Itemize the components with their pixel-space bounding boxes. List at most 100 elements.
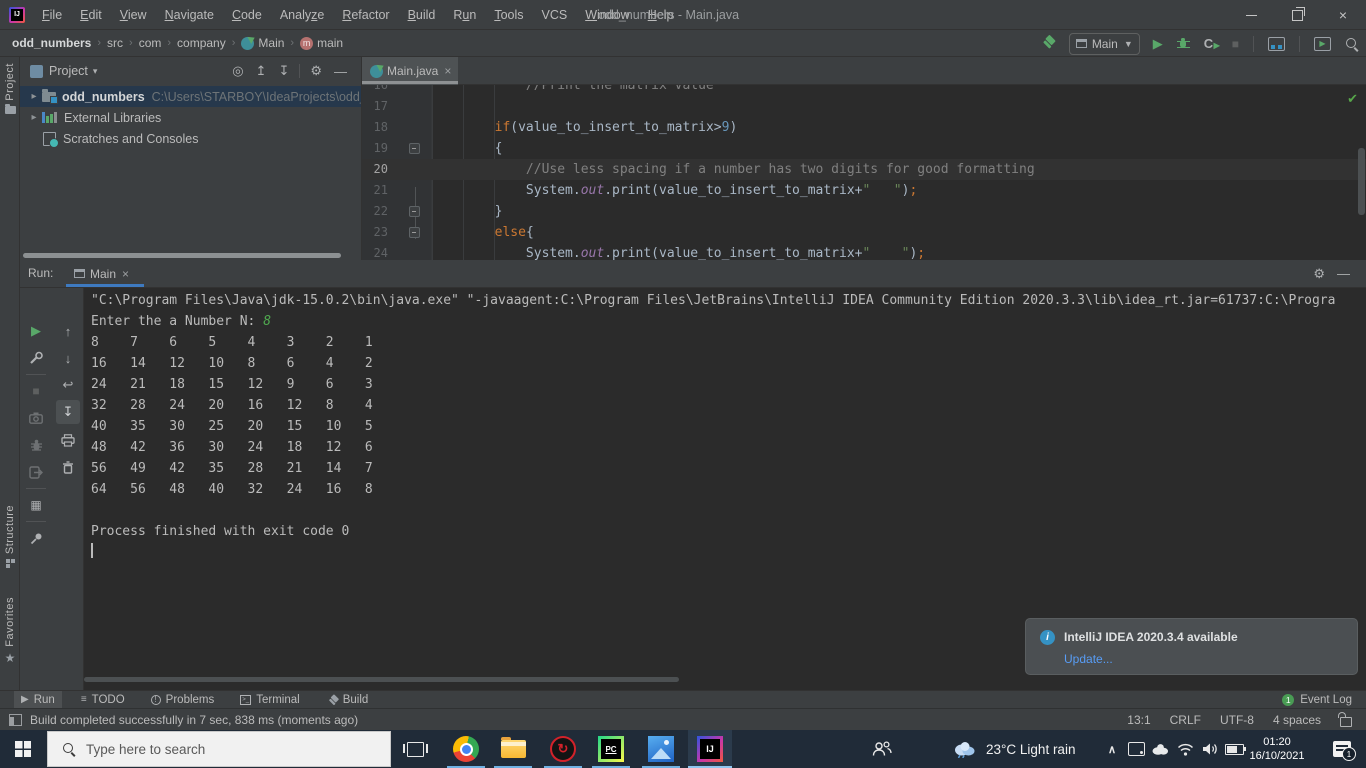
chevron-right-icon[interactable]: ▸ <box>28 112 40 123</box>
search-everywhere-button[interactable] <box>1345 37 1359 51</box>
task-view-button[interactable] <box>401 730 429 768</box>
collapse-all-button[interactable]: ↧ <box>278 63 289 79</box>
breadcrumb-com[interactable]: com <box>139 36 162 50</box>
stripe-tab-project[interactable]: Project <box>0 63 20 114</box>
run-tab-main[interactable]: Main × <box>66 260 137 287</box>
toolwindow-build[interactable]: Build <box>319 691 376 709</box>
soft-wrap-button[interactable]: ↩ <box>52 374 84 396</box>
coverage-button[interactable]: C <box>1204 37 1218 51</box>
run-anything-button[interactable]: ▶ <box>1314 37 1331 51</box>
onedrive-button[interactable] <box>1148 730 1172 768</box>
chevron-down-icon[interactable]: ▾ <box>93 66 98 77</box>
fold-marker-icon[interactable] <box>409 206 420 217</box>
weather-widget[interactable]: 23°C Light rain <box>952 730 1075 768</box>
code-line-19[interactable]: 19 { <box>362 138 1366 159</box>
tree-row-project-root[interactable]: ▸ odd_numbers C:\Users\STARBOY\IdeaProje… <box>20 86 361 107</box>
code-line-21[interactable]: 21 System.out.print(value_to_insert_to_m… <box>362 180 1366 201</box>
menu-analyze[interactable]: Analyze <box>271 0 333 30</box>
breadcrumb-main-method[interactable]: main <box>317 36 343 50</box>
update-notification-balloon[interactable]: i IntelliJ IDEA 2020.3.4 available Updat… <box>1025 618 1358 675</box>
taskbar-search-input[interactable]: Type here to search <box>47 731 391 767</box>
close-button[interactable]: × <box>1320 0 1366 30</box>
menu-build[interactable]: Build <box>399 0 445 30</box>
scroll-up-button[interactable]: ↑ <box>52 320 84 342</box>
inspections-ok-icon[interactable]: ✔ <box>1347 91 1358 107</box>
people-button[interactable] <box>862 730 902 768</box>
tree-row-scratches[interactable]: Scratches and Consoles <box>20 128 361 149</box>
indent-widget[interactable]: 4 spaces <box>1273 713 1321 727</box>
menu-vcs[interactable]: VCS <box>533 0 577 30</box>
print-button[interactable] <box>52 429 84 451</box>
menu-edit[interactable]: Edit <box>71 0 111 30</box>
run-button[interactable]: ▶ <box>1153 37 1163 50</box>
caret-position-widget[interactable]: 13:1 <box>1127 713 1150 727</box>
code-line-18[interactable]: 18 if(value_to_insert_to_matrix>9) <box>362 117 1366 138</box>
toolwindow-terminal[interactable]: >_ Terminal <box>233 691 306 709</box>
menu-navigate[interactable]: Navigate <box>156 0 223 30</box>
stop-process-button[interactable]: ■ <box>20 380 52 402</box>
tool-window-toggle-icon[interactable] <box>9 714 22 726</box>
screen-share-button[interactable] <box>1268 37 1285 51</box>
scroll-to-end-button[interactable]: ↧ <box>52 401 84 423</box>
taskbar-photos[interactable] <box>639 730 683 768</box>
breadcrumb-project[interactable]: odd_numbers <box>12 36 91 50</box>
line-ending-widget[interactable]: CRLF <box>1170 713 1201 727</box>
tablet-mode-button[interactable] <box>1124 730 1148 768</box>
update-link[interactable]: Update... <box>1064 652 1113 666</box>
toolwindow-run[interactable]: ▶ Run <box>14 691 62 709</box>
menu-code[interactable]: Code <box>223 0 271 30</box>
taskbar-chrome[interactable] <box>444 730 488 768</box>
fold-marker-icon[interactable] <box>409 143 420 154</box>
volume-button[interactable] <box>1198 730 1222 768</box>
chevron-right-icon[interactable]: ▸ <box>28 91 40 102</box>
thread-dump-button[interactable] <box>20 407 52 429</box>
settings-gear-button[interactable]: ⚙ <box>1313 266 1325 282</box>
tray-expand-button[interactable]: ∧ <box>1100 730 1124 768</box>
action-center-button[interactable]: 1 <box>1322 730 1362 768</box>
status-message[interactable]: Build completed successfully in 7 sec, 8… <box>30 713 358 727</box>
menu-run[interactable]: Run <box>444 0 485 30</box>
scroll-down-button[interactable]: ↓ <box>52 347 84 369</box>
tree-row-external-libraries[interactable]: ▸ External Libraries <box>20 107 361 128</box>
code-line-22[interactable]: 22 } <box>362 201 1366 222</box>
run-configuration-select[interactable]: Main ▼ <box>1069 33 1140 55</box>
edit-configuration-button[interactable] <box>20 347 52 369</box>
restore-layout-button[interactable]: ▦ <box>20 494 52 516</box>
unlock-icon[interactable] <box>1340 717 1352 727</box>
build-project-button[interactable] <box>1041 36 1056 51</box>
taskbar-intellij[interactable] <box>688 730 732 768</box>
restore-button[interactable] <box>1274 0 1320 30</box>
fold-marker-icon[interactable] <box>409 227 420 238</box>
code-line-20[interactable]: 20 //Use less spacing if a number has tw… <box>362 159 1366 180</box>
close-tab-icon[interactable]: × <box>444 64 451 78</box>
taskbar-file-explorer[interactable] <box>491 730 535 768</box>
settings-gear-button[interactable]: ⚙ <box>310 63 322 79</box>
code-line-24[interactable]: 24 System.out.print(value_to_insert_to_m… <box>362 243 1366 260</box>
event-log-button[interactable]: 1 Event Log <box>1282 694 1352 706</box>
start-button[interactable] <box>0 730 46 768</box>
project-panel-title[interactable]: Project <box>49 64 88 78</box>
taskbar-security-app[interactable] <box>541 730 585 768</box>
project-horizontal-scrollbar[interactable] <box>23 253 341 258</box>
menu-view[interactable]: View <box>111 0 156 30</box>
encoding-widget[interactable]: UTF-8 <box>1220 713 1254 727</box>
menu-refactor[interactable]: Refactor <box>333 0 398 30</box>
code-editor[interactable]: 16 //Print the matrix value1718 if(value… <box>362 85 1366 260</box>
menu-tools[interactable]: Tools <box>485 0 532 30</box>
stripe-tab-favorites[interactable]: Favorites ★ <box>0 597 20 665</box>
minimize-button[interactable] <box>1228 0 1274 30</box>
wifi-button[interactable] <box>1173 730 1197 768</box>
restart-debug-button[interactable] <box>20 434 52 456</box>
code-line-17[interactable]: 17 <box>362 96 1366 117</box>
rerun-button[interactable]: ▶ <box>20 320 52 342</box>
clear-all-button[interactable] <box>52 456 84 478</box>
toolwindow-todo[interactable]: ≡ TODO <box>74 691 132 709</box>
close-tab-icon[interactable]: × <box>122 267 129 281</box>
taskbar-pycharm[interactable] <box>589 730 633 768</box>
menu-file[interactable]: File <box>33 0 71 30</box>
breadcrumb-src[interactable]: src <box>107 36 123 50</box>
debug-button[interactable] <box>1177 37 1190 50</box>
clock-widget[interactable]: 01:20 16/10/2021 <box>1240 730 1314 768</box>
console-horizontal-scrollbar[interactable] <box>84 677 679 682</box>
stop-button[interactable]: ■ <box>1232 38 1239 50</box>
